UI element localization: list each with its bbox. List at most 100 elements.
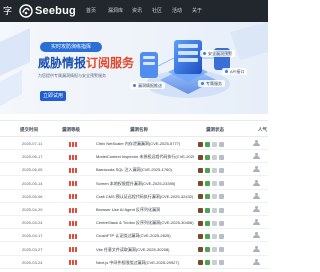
exploit-icon — [212, 181, 217, 187]
headline-accent: 订阅服务 — [86, 56, 135, 70]
nav-item-news[interactable]: 资讯 — [132, 7, 142, 16]
severity-bar — [72, 207, 74, 213]
table-row[interactable]: 2025-04-24 CentreStack & Triofox 反序列化漏洞(C… — [0, 217, 268, 230]
severity-bar — [72, 167, 74, 173]
exploit-icon — [212, 220, 217, 226]
document-icon — [198, 194, 203, 200]
severity-bar — [72, 220, 74, 226]
severity-bar — [75, 260, 77, 266]
verified-icon — [205, 167, 210, 173]
row-vuln-name[interactable]: Barracuda SQL 注入漏洞(CVE-2025-1760) — [96, 167, 194, 173]
row-date: 2025-05-06 — [22, 193, 43, 199]
row-vuln-name[interactable]: Browser Use AI Agent 反序列化漏洞 — [96, 207, 194, 213]
severity-bar — [69, 220, 71, 226]
nav-item-events[interactable]: 活动 — [172, 7, 182, 16]
severity-bar — [75, 194, 77, 200]
row-vuln-name[interactable]: Craft CMS 预认证远程代码执行漏洞(CVE-2025-32432) — [96, 194, 194, 200]
nav-item-home[interactable]: 首页 — [86, 7, 96, 16]
people-icon — [252, 140, 262, 147]
severity-bar — [75, 167, 77, 173]
severity-bar — [69, 181, 71, 187]
poc-icon — [219, 247, 224, 253]
nav-item-vuldb[interactable]: 漏洞库 — [108, 7, 123, 16]
verified-icon — [205, 141, 210, 147]
severity-high-icon — [69, 181, 77, 187]
verified-icon — [205, 194, 210, 200]
row-vuln-name[interactable]: CrushFTP 认证绕过漏洞(CVE-2025-2825) — [96, 233, 194, 239]
exploit-icon — [212, 141, 217, 147]
severity-bar — [75, 233, 77, 239]
row-vuln-name[interactable]: Next.js 中间件权限绕过漏洞(CVE-2025-29927) — [96, 260, 194, 266]
severity-bar — [69, 207, 71, 213]
poc-icon — [219, 233, 224, 239]
poc-icon — [219, 220, 224, 226]
row-vuln-name[interactable]: Vite 任意文件读取漏洞(CVE-2025-30208) — [96, 247, 194, 253]
severity-bar — [72, 247, 74, 253]
severity-bar — [75, 181, 77, 187]
table-row[interactable]: 2025-03-24 Next.js 中间件权限绕过漏洞(CVE-2025-299… — [0, 257, 268, 269]
row-vuln-name[interactable]: Citrix NetScaler 内存泄漏漏洞(CVE-2025-5777) — [96, 141, 194, 147]
severity-bar — [72, 154, 74, 160]
header-people: 人气 — [258, 127, 267, 132]
nav-item-community[interactable]: 社区 — [152, 7, 162, 16]
table-row[interactable]: 2025-07-11 Citrix NetScaler 内存泄漏漏洞(CVE-20… — [0, 138, 268, 150]
severity-high-icon — [69, 247, 77, 253]
tag-dot-icon — [225, 70, 228, 73]
row-status-icons — [198, 219, 234, 227]
row-status-icons — [198, 232, 234, 240]
tag-dot-icon — [203, 52, 206, 55]
table-row[interactable]: 2025-03-27 Vite 任意文件读取漏洞(CVE-2025-30208) — [0, 244, 268, 256]
banner-cta-button[interactable]: 立即试用 — [40, 91, 66, 101]
severity-bar — [72, 194, 74, 200]
verified-icon — [205, 207, 210, 213]
row-date: 2025-03-27 — [22, 246, 43, 252]
poc-icon — [219, 194, 224, 200]
severity-bar — [69, 247, 71, 253]
header-name: 漏洞名称 — [130, 127, 148, 132]
row-status-icons — [198, 246, 234, 254]
row-vuln-name[interactable]: CentreStack & Triofox 反序列化漏洞(CVE-2025-30… — [96, 220, 194, 226]
document-icon — [198, 167, 203, 173]
severity-bar — [69, 194, 71, 200]
people-icon — [252, 179, 262, 187]
document-icon — [198, 247, 203, 253]
row-vuln-name[interactable]: ModelContext Inspector 未授权远程代码执行(CVE-202… — [96, 154, 194, 160]
severity-high-icon — [69, 233, 77, 239]
nav-brand-fragment: 字 — [2, 6, 12, 16]
exploit-icon — [212, 207, 217, 213]
people-icon — [252, 206, 262, 213]
poc-icon — [219, 181, 224, 187]
row-status-icons — [198, 259, 234, 267]
table-row[interactable]: 2025-05-06 Craft CMS 预认证远程代码执行漏洞(CVE-2025… — [0, 191, 268, 203]
people-icon — [252, 258, 262, 266]
table-row[interactable]: 2025-04-29 Browser Use AI Agent 反序列化漏洞 — [0, 204, 268, 216]
row-date: 2025-04-24 — [22, 220, 43, 226]
row-date: 2025-04-29 — [22, 207, 43, 212]
row-status-icons — [198, 180, 234, 188]
seebug-logo-icon[interactable] — [19, 4, 33, 18]
table-row[interactable]: 2025-05-14 Screen 本地权限提升漏洞(CVE-2025-23395… — [0, 178, 268, 190]
severity-bar — [75, 247, 77, 253]
poc-icon — [219, 141, 224, 147]
nav-item-about[interactable]: 关于 — [192, 7, 202, 16]
row-date: 2025-06-17 — [22, 154, 43, 160]
exploit-icon — [212, 194, 217, 200]
severity-high-icon — [69, 207, 77, 213]
people-icon — [252, 245, 262, 253]
severity-bar — [69, 141, 71, 147]
table-row[interactable]: 2025-06-17 ModelContext Inspector 未授权远程代码… — [0, 151, 268, 164]
severity-bar — [69, 154, 71, 160]
severity-bar — [75, 220, 77, 226]
promo-banner[interactable]: 实时攻防演练指挥 威胁情报订阅服务 为您提供专属漏洞情报与安全预警服务 立即试用… — [0, 22, 268, 114]
table-row[interactable]: 2025-06-05 Barracuda SQL 注入漏洞(CVE-2025-17… — [0, 164, 268, 177]
document-icon — [198, 141, 203, 147]
verified-icon — [205, 247, 210, 253]
row-vuln-name[interactable]: Screen 本地权限提升漏洞(CVE-2025-23395) — [96, 181, 194, 187]
table-row[interactable]: 2025-04-17 CrushFTP 认证绕过漏洞(CVE-2025-2825) — [0, 230, 268, 243]
logo-text[interactable]: Seebug — [35, 4, 76, 18]
verified-icon — [205, 260, 210, 266]
people-icon — [252, 166, 262, 173]
severity-bar — [75, 154, 77, 160]
banner-tag: 安全漏洞预警 — [200, 50, 235, 57]
table-header: 提交时间 漏洞等级 漏洞名称 漏洞状态 人气 — [0, 120, 268, 137]
